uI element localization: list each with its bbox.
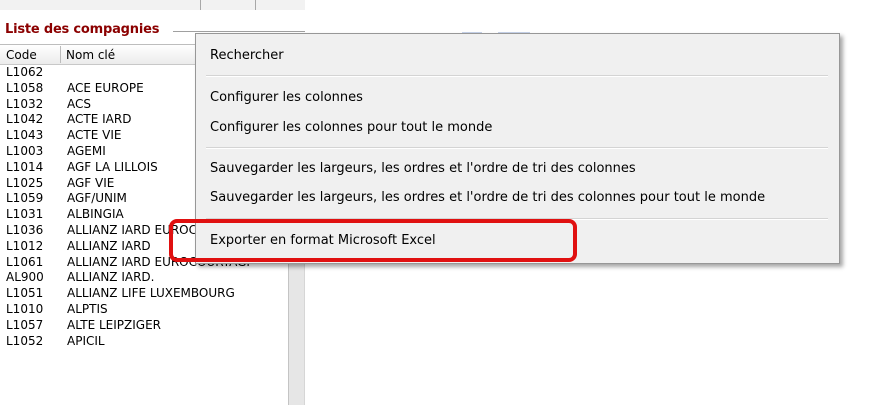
row-code: L1012: [6, 238, 44, 253]
row-code: L1057: [6, 317, 44, 332]
menu-item-save-widths-all[interactable]: Sauvegarder les largeurs, les ordres et …: [210, 190, 765, 205]
row-code: L1031: [6, 207, 44, 222]
toolbar-divider: [200, 0, 201, 10]
menu-item-configure-columns[interactable]: Configurer les colonnes: [210, 90, 363, 105]
row-code: L1032: [6, 96, 44, 111]
row-code: AL900: [6, 270, 44, 285]
menu-separator: [206, 147, 828, 149]
row-code: L1036: [6, 222, 44, 237]
row-name: ALPTIS: [67, 301, 108, 316]
row-code: L1010: [6, 301, 44, 316]
table-row[interactable]: L1051 ALLIANZ LIFE LUXEMBOURG: [0, 286, 288, 302]
row-name: ALTE LEIPZIGER: [67, 317, 161, 332]
panel-title: Liste des compagnies: [5, 22, 160, 37]
row-code: L1025: [6, 175, 44, 190]
table-row[interactable]: L1052 APICIL: [0, 334, 288, 350]
table-row[interactable]: L1010 ALPTIS: [0, 302, 288, 318]
row-name: ALLIANZ LIFE LUXEMBOURG: [67, 286, 235, 301]
row-code: L1003: [6, 143, 44, 158]
table-row[interactable]: AL900 ALLIANZ IARD.: [0, 270, 288, 286]
column-resize-handle[interactable]: [60, 46, 61, 63]
menu-item-save-widths[interactable]: Sauvegarder les largeurs, les ordres et …: [210, 161, 636, 176]
export-highlight-box: [169, 219, 577, 262]
row-name: APICIL: [67, 333, 105, 348]
row-code: L1061: [6, 254, 44, 269]
row-code: L1042: [6, 112, 44, 127]
menu-separator: [206, 75, 828, 77]
column-header-code[interactable]: Code: [6, 48, 37, 62]
menu-item-search[interactable]: Rechercher: [210, 48, 284, 63]
row-code: L1058: [6, 80, 44, 95]
row-code: L1043: [6, 128, 44, 143]
row-code: L1051: [6, 286, 44, 301]
row-name: ALLIANZ IARD.: [67, 270, 155, 285]
column-header-name[interactable]: Nom clé: [66, 48, 115, 62]
table-row[interactable]: L1057 ALTE LEIPZIGER: [0, 318, 288, 334]
toolbar-divider: [255, 0, 256, 10]
top-toolbar-strip: [0, 0, 305, 10]
row-code: L1059: [6, 191, 44, 206]
row-code: L1062: [6, 65, 44, 79]
row-code: L1052: [6, 333, 44, 348]
menu-item-configure-columns-all[interactable]: Configurer les colonnes pour tout le mon…: [210, 120, 492, 135]
row-code: L1014: [6, 159, 44, 174]
